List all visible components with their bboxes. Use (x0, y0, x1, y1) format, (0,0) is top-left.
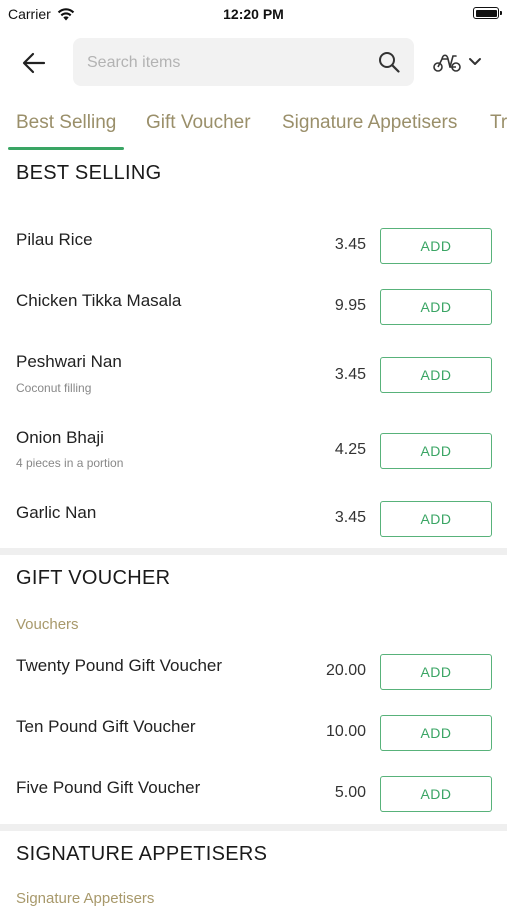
section-title-gift-voucher: GIFT VOUCHER (16, 567, 171, 589)
battery-icon (473, 7, 502, 19)
item-price: 20.00 (325, 662, 366, 679)
add-button[interactable]: ADD (380, 228, 492, 264)
category-tabs: Best Selling Gift Voucher Signature Appe… (0, 108, 507, 152)
chevron-down-icon (469, 58, 481, 65)
item-description: Coconut filling (16, 381, 92, 395)
status-time: 12:20 PM (223, 6, 284, 22)
status-bar: Carrier 12:20 PM (0, 0, 507, 28)
item-price: 10.00 (325, 723, 366, 740)
add-button[interactable]: ADD (380, 357, 492, 393)
item-price: 5.00 (334, 784, 366, 801)
add-button[interactable]: ADD (380, 654, 492, 690)
subcategory-label: Signature Appetisers (16, 890, 155, 907)
back-button[interactable] (14, 46, 54, 80)
add-button[interactable]: ADD (380, 433, 492, 469)
header (0, 38, 507, 88)
section-divider (0, 548, 507, 555)
tab-gift-voucher[interactable]: Gift Voucher (146, 112, 251, 134)
section-title-best-selling: BEST SELLING (16, 162, 162, 184)
add-button[interactable]: ADD (380, 289, 492, 325)
tab-truncated[interactable]: Tr (490, 112, 507, 134)
item-name: Peshwari Nan (16, 352, 122, 371)
item-price: 3.45 (334, 509, 366, 526)
subcategory-label: Vouchers (16, 616, 79, 633)
search-box[interactable] (73, 38, 414, 88)
item-name: Chicken Tikka Masala (16, 291, 182, 310)
item-price: 3.45 (334, 236, 366, 253)
add-button[interactable]: ADD (380, 501, 492, 537)
search-icon[interactable] (378, 51, 400, 73)
item-name: Garlic Nan (16, 503, 97, 522)
scooter-icon (433, 54, 461, 72)
item-description: 4 pieces in a portion (16, 456, 124, 470)
add-button[interactable]: ADD (380, 776, 492, 812)
section-divider (0, 824, 507, 831)
tab-best-selling[interactable]: Best Selling (16, 112, 116, 134)
item-name: Pilau Rice (16, 230, 93, 249)
delivery-mode-selector[interactable] (432, 48, 492, 76)
item-name: Ten Pound Gift Voucher (16, 717, 196, 736)
tab-signature-appetisers[interactable]: Signature Appetisers (282, 112, 457, 134)
active-tab-indicator (8, 147, 124, 150)
item-price: 3.45 (334, 366, 366, 383)
item-name: Five Pound Gift Voucher (16, 778, 201, 797)
item-price: 4.25 (334, 441, 366, 458)
search-input[interactable] (85, 38, 369, 88)
section-title-signature-appetisers: SIGNATURE APPETISERS (16, 843, 268, 865)
item-price: 9.95 (334, 297, 366, 314)
item-name: Onion Bhaji (16, 428, 104, 447)
item-name: Twenty Pound Gift Voucher (16, 656, 223, 675)
add-button[interactable]: ADD (380, 715, 492, 751)
arrow-left-icon (22, 52, 46, 74)
